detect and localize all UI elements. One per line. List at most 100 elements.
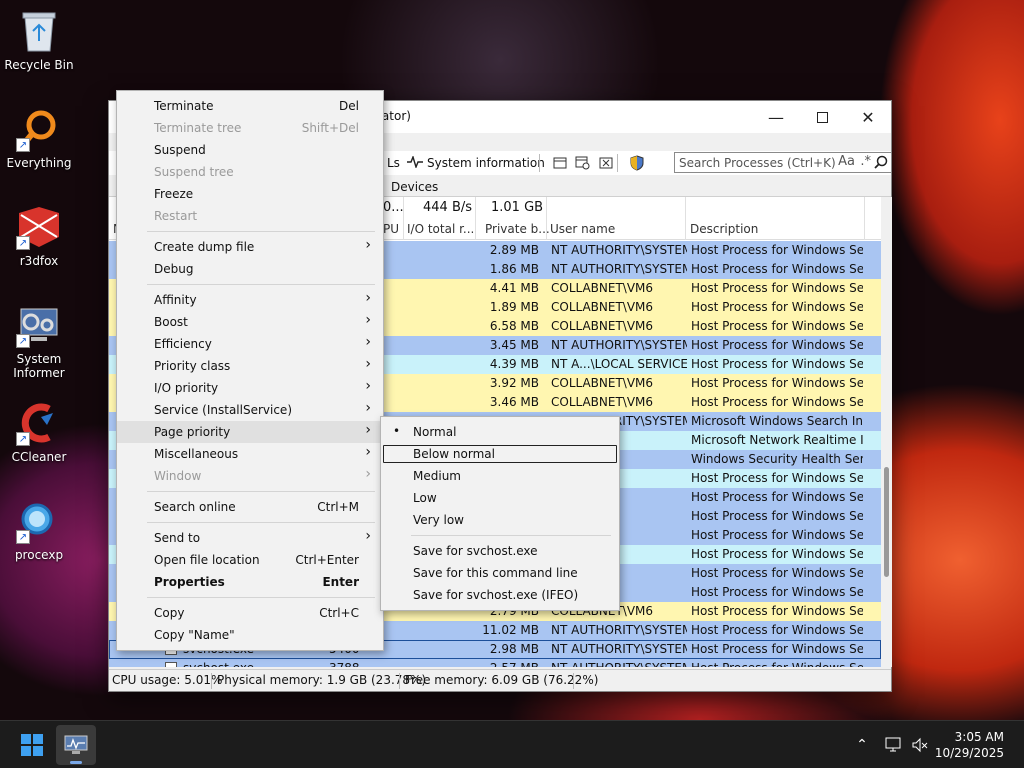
menu-item-shortcut: Ctrl+C bbox=[319, 606, 359, 620]
menu-item-properties[interactable]: Properties Enter bbox=[117, 571, 383, 593]
menu-item-label: Normal bbox=[413, 425, 457, 439]
menu-item-save-for-this-command-line[interactable]: Save for this command line bbox=[381, 562, 619, 584]
description-cell: Host Process for Windows Ser... bbox=[691, 528, 863, 542]
process-name-cell: svchost.exe bbox=[183, 661, 254, 667]
find-window-icon[interactable] bbox=[571, 151, 595, 175]
minimize-button[interactable]: — bbox=[753, 101, 799, 133]
menu-item-shortcut: Ctrl+Enter bbox=[295, 553, 359, 567]
menu-item-miscellaneous[interactable]: Miscellaneous › bbox=[117, 443, 383, 465]
network-icon[interactable] bbox=[884, 735, 904, 755]
search-placeholder: Search Processes (Ctrl+K) bbox=[679, 155, 836, 170]
description-cell: Host Process for Windows Ser... bbox=[691, 319, 863, 333]
column-header-private-bytes[interactable]: Private b... bbox=[485, 222, 550, 236]
menu-item-label: Very low bbox=[413, 513, 464, 527]
user-name-cell: NT A...\LOCAL SERVICE bbox=[551, 357, 687, 371]
menu-separator bbox=[147, 522, 375, 523]
desktop-icon-system-informer[interactable]: ↗ System Informer bbox=[4, 302, 74, 380]
maximize-icon bbox=[816, 111, 828, 123]
menu-item-efficiency[interactable]: Efficiency › bbox=[117, 333, 383, 355]
private-bytes-cell: 2.98 MB bbox=[489, 642, 539, 656]
description-cell: Host Process for Windows Ser... bbox=[691, 338, 863, 352]
desktop-icon-label: Recycle Bin bbox=[4, 58, 74, 72]
volume-muted-icon[interactable] bbox=[910, 735, 930, 755]
vertical-scrollbar[interactable] bbox=[881, 197, 892, 667]
column-header-cpu[interactable]: PU bbox=[383, 222, 399, 236]
menu-item-label: I/O priority bbox=[154, 381, 219, 395]
menu-item-below-normal[interactable]: Below normal bbox=[381, 443, 619, 465]
menu-item-copy-name[interactable]: Copy "Name" bbox=[117, 624, 383, 646]
system-clock[interactable]: 3:05 AM 10/29/2025 bbox=[935, 729, 1004, 761]
menu-item-priority-class[interactable]: Priority class › bbox=[117, 355, 383, 377]
menu-item-i-o-priority[interactable]: I/O priority › bbox=[117, 377, 383, 399]
menu-item-copy[interactable]: Copy Ctrl+C bbox=[117, 602, 383, 624]
menu-item-freeze[interactable]: Freeze bbox=[117, 183, 383, 205]
taskbar-system-informer[interactable] bbox=[56, 725, 96, 765]
menu-item-boost[interactable]: Boost › bbox=[117, 311, 383, 333]
description-cell: Host Process for Windows Ser... bbox=[691, 547, 863, 561]
regex-toggle[interactable]: .* bbox=[860, 154, 871, 169]
menu-item-label: Send to bbox=[154, 531, 201, 545]
window-icon[interactable] bbox=[549, 151, 571, 175]
menu-item-suspend[interactable]: Suspend bbox=[117, 139, 383, 161]
description-cell: Host Process for Windows Ser... bbox=[691, 585, 863, 599]
menu-item-service-installservice[interactable]: Service (InstallService) › bbox=[117, 399, 383, 421]
show-hidden-icons-chevron-icon[interactable]: ⌃ bbox=[852, 735, 872, 755]
menu-item-debug[interactable]: Debug bbox=[117, 258, 383, 280]
system-information-button[interactable]: System information bbox=[403, 151, 549, 175]
menu-item-label: Freeze bbox=[154, 187, 194, 201]
menu-item-affinity[interactable]: Affinity › bbox=[117, 289, 383, 311]
search-input[interactable]: Search Processes (Ctrl+K) Aa .* bbox=[674, 152, 892, 173]
dlls-label: Ls bbox=[387, 156, 400, 170]
pid-cell: 3788 bbox=[329, 661, 360, 667]
menu-item-save-for-svchost-exe-ifeo[interactable]: Save for svchost.exe (IFEO) bbox=[381, 584, 619, 606]
shield-icon[interactable] bbox=[625, 151, 649, 175]
desktop-icon-procexp[interactable]: ↗ procexp bbox=[4, 498, 74, 562]
start-button[interactable] bbox=[12, 725, 52, 765]
menu-item-create-dump-file[interactable]: Create dump file › bbox=[117, 236, 383, 258]
page-priority-submenu: • Normal Below normal Medium Low Very low Save… bbox=[380, 416, 620, 611]
menu-item-send-to[interactable]: Send to › bbox=[117, 527, 383, 549]
user-name-cell: NT AUTHORITY\SYSTEM bbox=[551, 623, 687, 637]
menu-item-very-low[interactable]: Very low bbox=[381, 509, 619, 531]
chevron-right-icon: › bbox=[365, 290, 371, 306]
menu-item-terminate-tree: Terminate tree Shift+Del bbox=[117, 117, 383, 139]
menu-item-medium[interactable]: Medium bbox=[381, 465, 619, 487]
menu-item-terminate[interactable]: Terminate Del bbox=[117, 95, 383, 117]
desktop-icon-label: Everything bbox=[6, 156, 72, 170]
chevron-right-icon: › bbox=[365, 312, 371, 328]
private-bytes-cell: 4.39 MB bbox=[489, 357, 539, 371]
match-case-toggle[interactable]: Aa bbox=[838, 154, 855, 169]
desktop-icon-everything[interactable]: ↗ Everything bbox=[4, 106, 74, 170]
menu-item-normal[interactable]: • Normal bbox=[381, 421, 619, 443]
menu-item-label: Window bbox=[154, 469, 202, 483]
menu-item-label: Medium bbox=[413, 469, 461, 483]
dlls-button[interactable]: Ls bbox=[383, 151, 404, 175]
menu-item-label: Save for this command line bbox=[413, 566, 578, 580]
table-row[interactable]: svchost.exe 3788 2.57 MB NT AUTHORITY\SYSTE… bbox=[109, 659, 881, 667]
user-name-cell: NT AUTHORITY\SYSTEM bbox=[551, 243, 687, 257]
column-header-io-total[interactable]: I/O total r... bbox=[407, 222, 474, 236]
close-window-icon[interactable] bbox=[595, 151, 617, 175]
column-header-user-name[interactable]: User name bbox=[550, 222, 615, 236]
clock-date: 10/29/2025 bbox=[934, 746, 1004, 760]
taskbar: ⌃ 3:05 AM 10/29/2025 bbox=[0, 720, 1024, 768]
column-header-description[interactable]: Description bbox=[690, 222, 758, 236]
desktop-icon-recycle-bin[interactable]: Recycle Bin bbox=[4, 8, 74, 72]
tab-devices[interactable]: Devices bbox=[391, 180, 438, 194]
menu-item-open-file-location[interactable]: Open file location Ctrl+Enter bbox=[117, 549, 383, 571]
search-icon[interactable] bbox=[874, 155, 888, 172]
description-cell: Host Process for Windows Ser... bbox=[691, 262, 863, 276]
close-button[interactable]: ✕ bbox=[845, 101, 891, 133]
description-cell: Host Process for Windows Ser... bbox=[691, 395, 863, 409]
menu-separator bbox=[147, 284, 375, 285]
private-bytes-cell: 1.86 MB bbox=[489, 262, 539, 276]
desktop-icon-r3dfox[interactable]: ↗ r3dfox bbox=[4, 204, 74, 268]
menu-item-save-for-svchost-exe[interactable]: Save for svchost.exe bbox=[381, 540, 619, 562]
chevron-right-icon: › bbox=[365, 334, 371, 350]
menu-item-page-priority[interactable]: Page priority › bbox=[117, 421, 383, 443]
maximize-button[interactable] bbox=[799, 101, 845, 133]
menu-item-low[interactable]: Low bbox=[381, 487, 619, 509]
scrollbar-thumb[interactable] bbox=[884, 467, 889, 577]
menu-item-search-online[interactable]: Search online Ctrl+M bbox=[117, 496, 383, 518]
desktop-icon-ccleaner[interactable]: ↗ CCleaner bbox=[4, 400, 74, 464]
